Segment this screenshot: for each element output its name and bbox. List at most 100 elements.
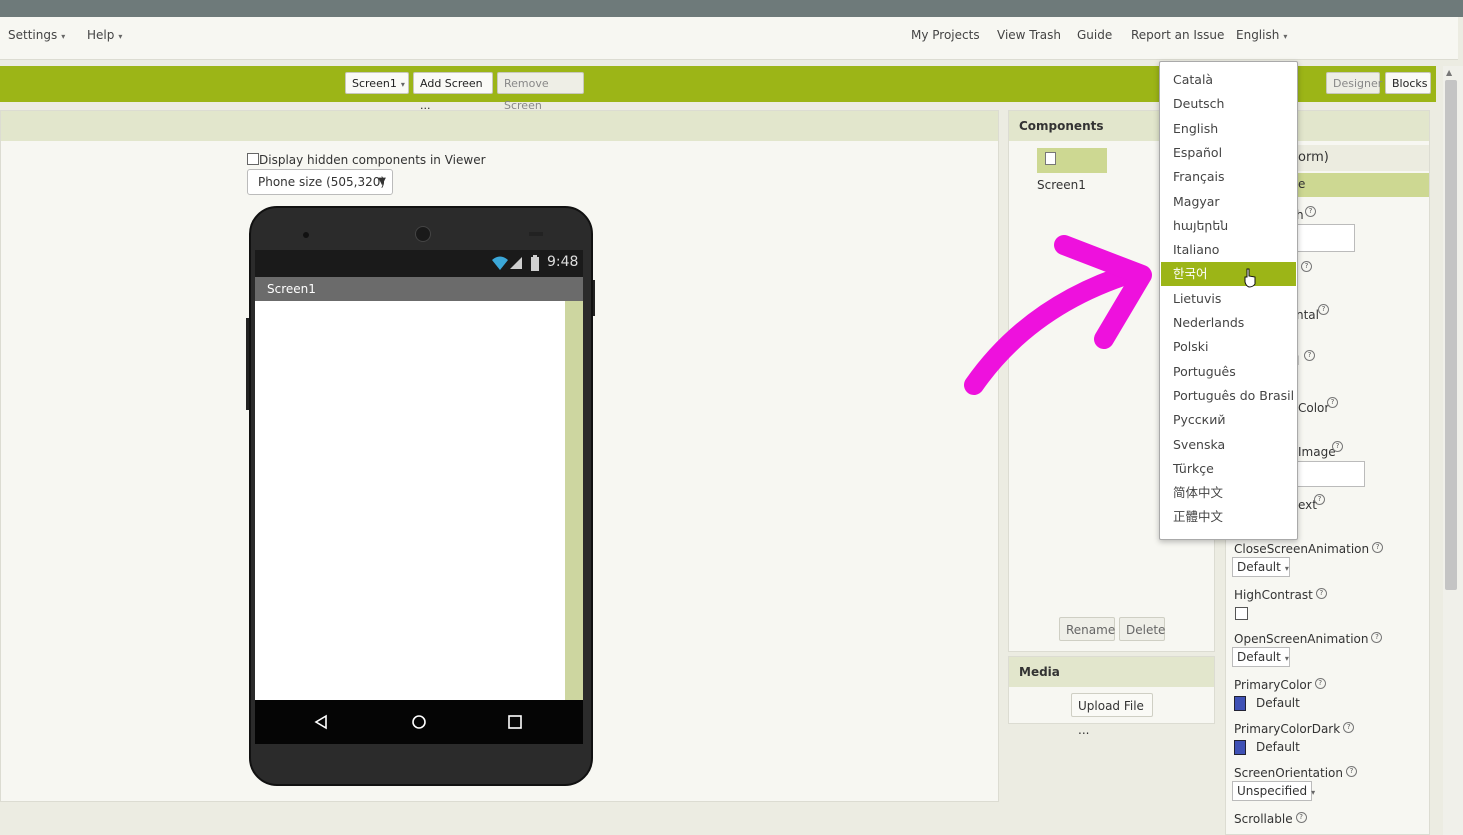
language-option[interactable]: Français [1161, 165, 1296, 189]
caret-down-icon: ▾ [1284, 564, 1289, 573]
language-option[interactable]: Türkçe [1161, 457, 1296, 481]
help-icon: ? [1314, 494, 1325, 505]
designer-button[interactable]: Designer [1326, 72, 1382, 94]
phone-size-select[interactable]: Phone size (505,320) ▼ [247, 169, 393, 195]
language-option[interactable]: Lietuvis [1161, 287, 1296, 311]
media-title: Media [1009, 657, 1214, 687]
language-option[interactable]: English [1161, 117, 1296, 141]
caret-down-icon: ▾ [61, 32, 66, 41]
high-contrast-checkbox[interactable] [1235, 607, 1248, 620]
property-label: HighContrast? [1234, 588, 1327, 602]
primary-color-dark-picker[interactable]: Default [1234, 740, 1300, 755]
language-option[interactable]: Nederlands [1161, 311, 1296, 335]
language-option[interactable]: Русский [1161, 408, 1296, 432]
caret-down-icon: ▾ [118, 32, 123, 41]
primary-color-picker[interactable]: Default [1234, 696, 1300, 711]
mouse-cursor-icon [1244, 268, 1256, 288]
blocks-button[interactable]: Blocks [1385, 72, 1431, 94]
guide-link[interactable]: Guide [1077, 28, 1112, 42]
help-icon: ? [1314, 678, 1326, 689]
language-option[interactable]: Deutsch [1161, 92, 1296, 116]
screen-select-button[interactable]: Screen1 ▾ [345, 72, 409, 94]
caret-down-icon: ▾ [400, 80, 405, 89]
annotation-arrow-icon [964, 235, 1152, 395]
screen-orientation-dropdown[interactable]: Unspecified ▾ [1232, 781, 1316, 801]
phone-sensor [303, 232, 309, 238]
top-menu-bar: Settings ▾ Help ▾ My Projects View Trash G… [0, 17, 1458, 60]
wifi-icon [492, 256, 508, 270]
phone-clock: 9:48 [547, 254, 579, 270]
help-icon: ? [1332, 441, 1343, 452]
remove-screen-button[interactable]: Remove Screen [497, 72, 584, 112]
language-option[interactable]: Português [1161, 360, 1296, 384]
phone-app-title: Screen1 [267, 282, 316, 296]
help-icon: ? [1301, 261, 1312, 272]
help-menu[interactable]: Help ▾ [87, 28, 122, 42]
delete-button[interactable]: Delete [1119, 617, 1165, 641]
open-screen-animation-dropdown[interactable]: Default ▾ [1232, 647, 1290, 667]
help-icon: ? [1315, 588, 1327, 599]
settings-menu[interactable]: Settings ▾ [8, 28, 65, 42]
my-projects-link[interactable]: My Projects [911, 28, 980, 42]
property-text-input[interactable] [1296, 224, 1355, 252]
language-option[interactable]: 简体中文 [1161, 481, 1296, 505]
media-panel: Media Upload File ... [1008, 656, 1215, 737]
display-hidden-checkbox[interactable] [247, 153, 259, 165]
language-menu[interactable]: English ▾ [1236, 28, 1287, 42]
help-icon: ? [1371, 632, 1383, 643]
property-label: ScreenOrientation? [1234, 766, 1358, 780]
language-option[interactable]: հայերեն [1161, 214, 1296, 238]
phone-app-bar: Screen1 [255, 277, 583, 301]
phone-screen-canvas[interactable] [255, 301, 565, 700]
help-icon: ? [1372, 542, 1384, 553]
upload-file-button[interactable]: Upload File ... [1071, 693, 1153, 737]
property-label: CloseScreenAnimation? [1234, 542, 1384, 556]
language-option[interactable]: Español [1161, 141, 1296, 165]
close-screen-animation-dropdown[interactable]: Default ▾ [1232, 557, 1290, 577]
help-icon: ? [1327, 397, 1338, 408]
help-icon: ? [1346, 766, 1358, 777]
display-hidden-row: Display hidden components in Viewer [247, 153, 486, 167]
battery-icon [531, 255, 539, 271]
help-icon: ? [1305, 206, 1316, 217]
caret-down-icon: ▾ [1283, 32, 1288, 41]
color-swatch [1234, 696, 1246, 711]
language-option[interactable]: Svenska [1161, 433, 1296, 457]
property-fragment: ntal [1296, 308, 1319, 322]
view-trash-link[interactable]: View Trash [997, 28, 1061, 42]
viewer-header [1, 111, 998, 141]
add-screen-button[interactable]: Add Screen ... [413, 72, 493, 112]
scrollbar-thumb[interactable] [1445, 80, 1457, 590]
screen-icon [1045, 152, 1056, 165]
rename-button[interactable]: Rename [1059, 617, 1115, 641]
phone-speaker [529, 232, 543, 236]
phone-screen-scrollbar [565, 301, 583, 700]
property-fragment: Color [1298, 401, 1330, 415]
scroll-up-icon[interactable]: ▲ [1446, 68, 1452, 77]
component-tree-item-screen1[interactable]: Screen1 [1037, 148, 1107, 192]
language-option[interactable]: 正體中文 [1161, 505, 1296, 529]
phone-status-bar: 9:48 [255, 250, 583, 277]
language-option[interactable]: Magyar [1161, 190, 1296, 214]
property-label: PrimaryColorDark? [1234, 722, 1355, 736]
chevron-down-icon: ▼ [378, 176, 386, 187]
help-icon: ? [1318, 304, 1329, 315]
language-option[interactable]: Italiano [1161, 238, 1296, 262]
recents-icon [508, 715, 522, 729]
back-icon [314, 714, 327, 730]
caret-down-icon: ▾ [1284, 654, 1289, 663]
report-issue-link[interactable]: Report an Issue [1131, 28, 1224, 42]
phone-nav-bar [255, 700, 583, 744]
property-label: OpenScreenAnimation? [1234, 632, 1383, 646]
help-icon: ? [1343, 722, 1355, 733]
property-text-input[interactable] [1296, 461, 1365, 487]
language-option[interactable]: Português do Brasil [1161, 384, 1296, 408]
caret-down-icon: ▾ [1311, 788, 1316, 797]
phone-camera [415, 226, 431, 242]
language-option[interactable]: Polski [1161, 335, 1296, 359]
language-option[interactable]: Català [1161, 68, 1296, 92]
signal-icon [510, 257, 522, 269]
help-icon: ? [1295, 812, 1307, 823]
language-option[interactable]: 한국어 [1161, 262, 1296, 288]
home-icon [412, 715, 426, 729]
